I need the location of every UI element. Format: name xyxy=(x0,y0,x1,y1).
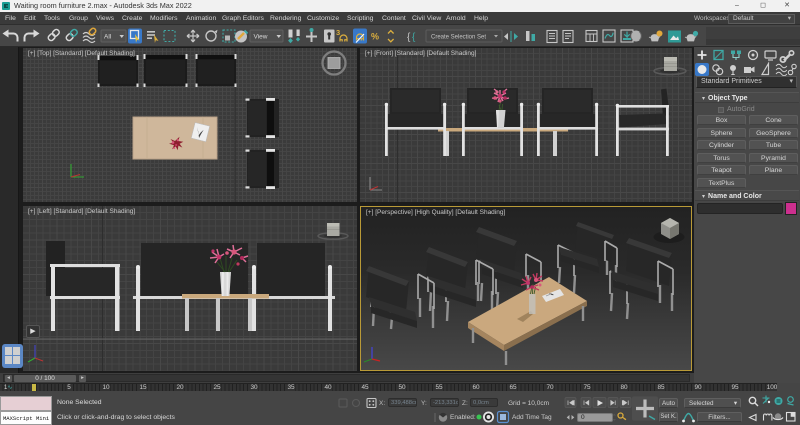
svg-text:{: { xyxy=(412,32,416,43)
svg-text:%: % xyxy=(371,32,379,42)
svg-text:All: All xyxy=(104,34,112,41)
svg-text:View: View xyxy=(254,34,268,41)
svg-text:3: 3 xyxy=(336,28,340,37)
svg-text:{: { xyxy=(407,32,411,43)
svg-text:Create Selection Set: Create Selection Set xyxy=(431,35,486,41)
